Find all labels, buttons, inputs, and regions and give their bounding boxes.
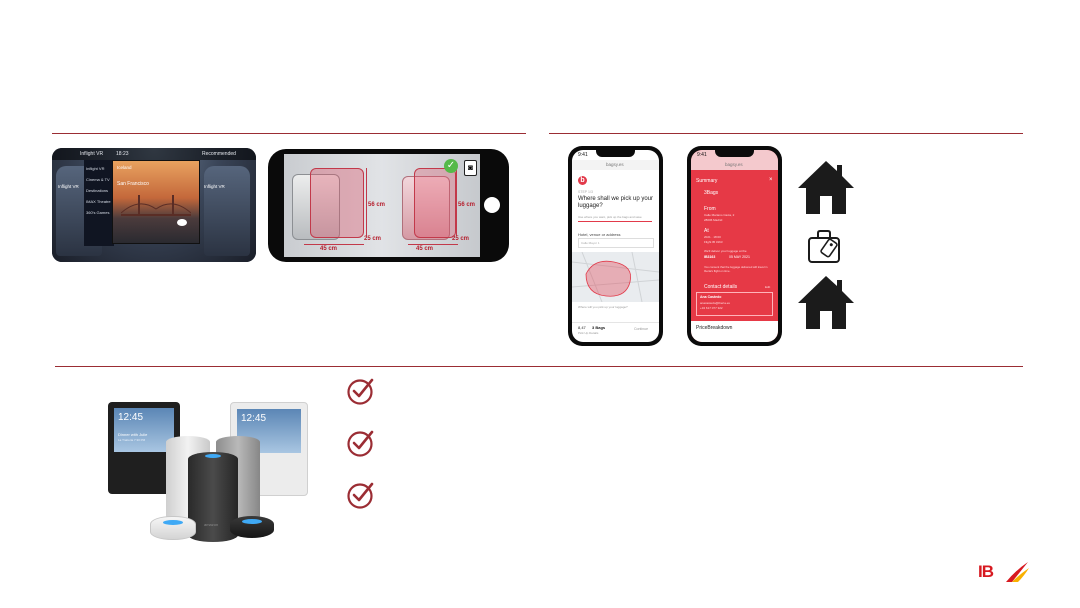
vr-logo-left: Inflight VR bbox=[58, 184, 79, 189]
camera-switch-icon[interactable]: ◙ bbox=[464, 160, 477, 176]
vr-menu-item: Cinema & TV bbox=[86, 177, 110, 182]
vr-header-right: Recommended bbox=[202, 151, 236, 157]
contact-box: Ana Castedo anacastedo@iberia.es +34 617… bbox=[696, 292, 773, 316]
close-icon[interactable]: × bbox=[769, 177, 773, 183]
check-circle-icon bbox=[347, 482, 374, 509]
check-circle-icon: ✓ bbox=[444, 159, 458, 173]
price-breakdown[interactable]: PriceBreakdown bbox=[696, 325, 732, 331]
from-address-1: Calle Mariano Cavia, 2 bbox=[704, 213, 735, 217]
dim-left-height: 56 cm bbox=[368, 202, 386, 208]
contact-label: Contact details bbox=[704, 284, 738, 290]
vr-menu-item: IMAX Theatre bbox=[86, 199, 111, 204]
contact-email: anacastedo@iberia.es bbox=[700, 301, 730, 305]
step-label: STEP 1/3 bbox=[578, 190, 593, 194]
brand-logo-icon: b bbox=[578, 176, 587, 185]
vr-inflight-screenshot: Inflight VR Cinema & TV Destinations IMA… bbox=[52, 148, 256, 262]
suitcase-left-frame bbox=[310, 168, 364, 238]
echo-dot-white bbox=[150, 516, 196, 540]
flight-code: IB3163 bbox=[704, 255, 716, 259]
from-label: From bbox=[704, 206, 716, 212]
at-date: 2021 · 18:00 bbox=[704, 235, 721, 239]
vr-menu-item: Destinations bbox=[86, 188, 109, 193]
check-circle-icon bbox=[347, 378, 374, 405]
pickup-question: Where shall we pick up your luggage? bbox=[578, 196, 654, 209]
iberia-logo: IB bbox=[978, 560, 1030, 584]
address-label: Hotel, venue or address bbox=[578, 232, 621, 237]
url-bar: bagsy.es bbox=[606, 162, 624, 167]
dim-left-width: 45 cm bbox=[320, 246, 338, 252]
vr-menu: Inflight VR Cinema & TV Destinations IMA… bbox=[84, 160, 114, 246]
status-time: 9:41 bbox=[578, 152, 588, 158]
map-view[interactable] bbox=[572, 252, 659, 302]
echo-dot-black bbox=[230, 516, 274, 538]
search-field-placeholder: Use where you want, pick up the bags and… bbox=[578, 215, 642, 219]
echo-brand: amazon bbox=[204, 522, 219, 527]
url-bar: bagsy.es bbox=[725, 162, 743, 167]
continue-button[interactable]: Continue bbox=[634, 327, 648, 331]
summary-title: Summary bbox=[696, 178, 718, 184]
echo-line-1: Dinner with Julie bbox=[118, 432, 148, 437]
from-address-2: 28006 Madrid bbox=[704, 218, 723, 222]
dim-right-height: 56 cm bbox=[458, 202, 476, 208]
address-placeholder: Calle Mayor 1 bbox=[581, 241, 600, 245]
house-icon bbox=[798, 276, 854, 329]
house-icon bbox=[798, 161, 854, 214]
edit-link[interactable]: Edit bbox=[765, 285, 770, 289]
echo-time: 12:45 bbox=[118, 412, 144, 423]
vr-place: San Francisco bbox=[117, 181, 149, 187]
vr-time: 18:23 bbox=[116, 151, 129, 157]
vr-menu-item: Inflight VR bbox=[86, 166, 105, 171]
dim-right-width: 45 cm bbox=[416, 246, 434, 252]
vr-status-bar: Inflight VR 18:23 Recommended bbox=[52, 148, 256, 160]
bags-label: 3Bags bbox=[704, 190, 719, 196]
logo-text: IB bbox=[978, 562, 994, 581]
vr-menu-item: 360's Games bbox=[86, 210, 110, 215]
contact-name: Ana Castedo bbox=[700, 295, 722, 299]
section-divider-left bbox=[52, 133, 526, 134]
pickup-note: We'll deliver your luggage at the bbox=[704, 249, 747, 253]
section-divider-bottom bbox=[55, 366, 1023, 367]
status-time: 9:41 bbox=[697, 152, 707, 158]
bridge-graphic bbox=[121, 195, 191, 216]
logo-swoosh-icon bbox=[1006, 562, 1029, 582]
summary-phone: 9:41 bagsy.es Summary × 3Bags From Calle… bbox=[687, 146, 782, 346]
pickup-phone: 9:41 bagsy.es b STEP 1/3 Where shall we … bbox=[568, 146, 663, 346]
dim-right-depth: 25 cm bbox=[452, 236, 470, 242]
contact-phone: +34 617 077 322 bbox=[700, 306, 723, 310]
dim-left-depth: 25 cm bbox=[364, 236, 382, 242]
luggage-tag-icon bbox=[808, 230, 840, 263]
check-circle-icon bbox=[347, 430, 374, 457]
vr-logo-right: Inflight VR bbox=[204, 184, 225, 189]
vr-place-top: Iceland bbox=[117, 165, 132, 170]
echo-devices-image: 12:45 Dinner with Julie La Trattoria 7:3… bbox=[96, 396, 318, 548]
suitcase-right-frame bbox=[414, 168, 456, 238]
bags-count: 3 Bags bbox=[592, 325, 606, 330]
luggage-ar-screen: 56 cm 25 cm 45 cm 56 cm 25 cm 45 cm ✓ ◙ bbox=[284, 154, 480, 257]
map-note: Where will you pick up your luggage? bbox=[578, 305, 628, 309]
echo-line-2: La Trattoria 7:30 PM bbox=[118, 438, 146, 442]
luggage-ar-phone: 56 cm 25 cm 45 cm 56 cm 25 cm 45 cm ✓ ◙ bbox=[268, 149, 509, 262]
flight-date: 05 MAY 2021 bbox=[729, 255, 750, 259]
bags-sub: Pick Up Details bbox=[578, 331, 599, 335]
echo-time: 12:45 bbox=[241, 413, 267, 424]
vr-eye-icon[interactable] bbox=[177, 219, 187, 226]
price: 8,47 bbox=[578, 325, 586, 330]
at-sub: Flight IB 3163 bbox=[704, 240, 723, 244]
phone-home-button[interactable] bbox=[484, 197, 500, 213]
section-divider-right bbox=[549, 133, 1023, 134]
vr-destination-screen: Iceland San Francisco bbox=[112, 160, 200, 244]
vr-status-left: Inflight VR bbox=[80, 151, 104, 157]
at-label: At bbox=[704, 228, 709, 234]
search-field[interactable]: Use where you want, pick up the bags and… bbox=[578, 214, 652, 222]
address-input[interactable]: Calle Mayor 1 bbox=[578, 238, 654, 248]
consent-notice: You consent that the luggage delivered w… bbox=[704, 265, 768, 273]
